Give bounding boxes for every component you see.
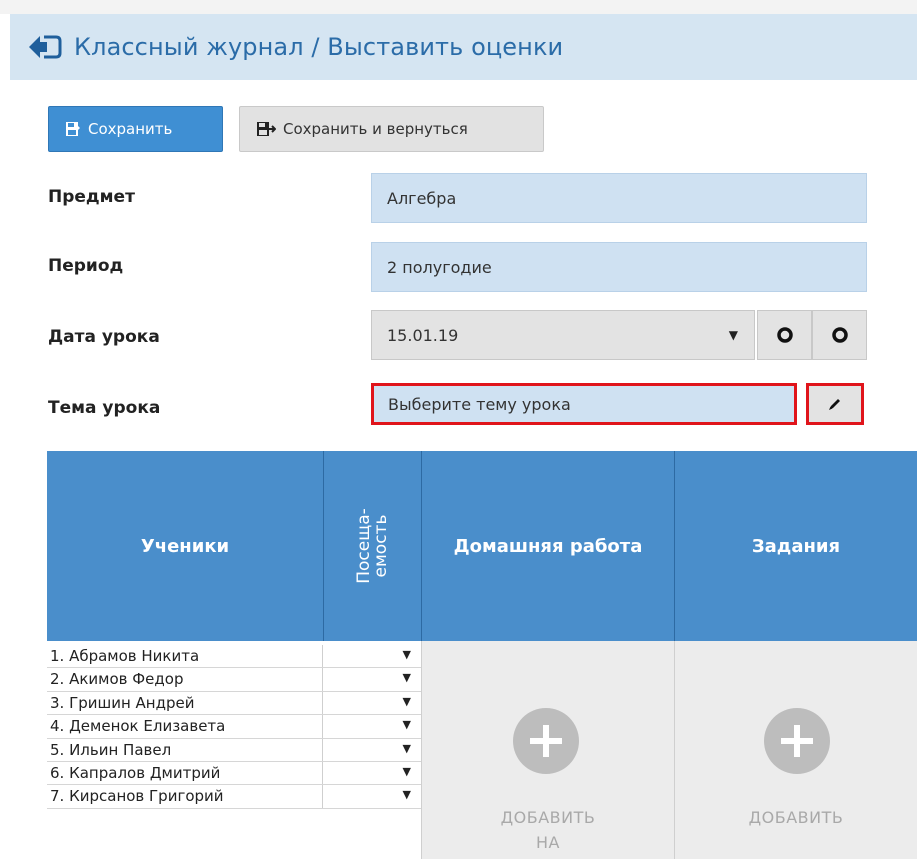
save-button-label: Сохранить (88, 120, 173, 138)
page-title: Классный журнал / Выставить оценки (74, 33, 564, 61)
lesson-date-value: 15.01.19 (387, 325, 459, 345)
attendance-select[interactable]: ▼ (323, 645, 421, 667)
save-and-return-label: Сохранить и вернуться (283, 120, 468, 138)
attendance-select[interactable]: ▼ (323, 668, 421, 690)
attendance-select[interactable]: ▼ (323, 692, 421, 714)
edit-topic-button[interactable] (806, 383, 864, 425)
students-column-header: Ученики (140, 535, 230, 557)
student-name: 5. Ильин Павел (47, 738, 323, 761)
attendance-select[interactable]: ▼ (323, 785, 421, 807)
next-date-button[interactable] (812, 310, 867, 360)
add-task-button[interactable] (764, 708, 830, 774)
dropdown-caret-icon: ▼ (402, 718, 411, 732)
add-task-label[interactable]: ДОБАВИТЬ (675, 805, 917, 830)
period-label: Период (48, 256, 124, 276)
dropdown-caret-icon: ▼ (402, 764, 411, 778)
subject-field[interactable]: Алгебра (371, 173, 867, 223)
table-row: 2. Акимов Федор ▼ (47, 668, 421, 692)
student-name: 6. Капралов Дмитрий (47, 761, 323, 785)
table-row: 3. Гришин Андрей ▼ (47, 691, 421, 716)
table-row: 4. Деменок Елизавета ▼ (47, 715, 421, 739)
plus-icon (530, 725, 562, 757)
table-row: 5. Ильин Павел ▼ (47, 738, 421, 762)
attendance-column-header: Посеща-емость (324, 451, 421, 641)
period-field[interactable]: 2 полугодие (371, 242, 867, 292)
save-button[interactable]: Сохранить (48, 106, 223, 152)
attendance-select[interactable]: ▼ (323, 715, 421, 737)
circle-next-icon (831, 327, 848, 343)
lesson-topic-label: Тема урока (48, 398, 161, 418)
prev-date-button[interactable] (757, 310, 812, 360)
dropdown-caret-icon: ▼ (402, 741, 411, 755)
student-name: 1. Абрамов Никита (47, 645, 323, 668)
tasks-column-header: Задания (751, 535, 841, 557)
save-return-icon (257, 122, 276, 136)
pencil-icon (829, 399, 840, 410)
student-name: 2. Акимов Федор (47, 668, 323, 691)
header-divider (421, 451, 422, 641)
back-icon[interactable] (28, 34, 62, 60)
dropdown-caret-icon: ▼ (728, 328, 738, 342)
lesson-topic-field[interactable]: Выберите тему урока (371, 383, 797, 425)
homework-column-header: Домашняя работа (453, 535, 643, 557)
lesson-date-select[interactable]: 15.01.19 ▼ (371, 310, 755, 360)
dropdown-caret-icon: ▼ (402, 788, 411, 802)
top-strip (0, 0, 917, 14)
dropdown-caret-icon: ▼ (402, 648, 411, 661)
students-list: 1. Абрамов Никита ▼ 2. Акимов Федор ▼ 3.… (47, 645, 421, 809)
add-homework-button[interactable] (513, 708, 579, 774)
student-name: 3. Гришин Андрей (47, 691, 323, 715)
table-row: 1. Абрамов Никита ▼ (47, 645, 421, 669)
save-and-return-button[interactable]: Сохранить и вернуться (239, 106, 544, 152)
student-name: 7. Кирсанов Григорий (47, 785, 323, 808)
save-icon (66, 122, 80, 136)
subject-label: Предмет (48, 187, 135, 207)
table-row: 7. Кирсанов Григорий ▼ (47, 785, 421, 809)
lesson-date-label: Дата урока (48, 327, 160, 347)
circle-prev-icon (776, 327, 793, 343)
header-divider (323, 451, 324, 641)
add-homework-label[interactable]: ДОБАВИТЬ НА (422, 805, 674, 855)
dropdown-caret-icon: ▼ (402, 694, 411, 708)
header-divider (674, 451, 675, 641)
page-header: Классный журнал / Выставить оценки (10, 14, 917, 80)
attendance-header-text: Посеща-емость (353, 508, 391, 584)
attendance-select[interactable]: ▼ (323, 739, 421, 761)
dropdown-caret-icon: ▼ (402, 671, 411, 685)
table-row: 6. Капралов Дмитрий ▼ (47, 761, 421, 786)
attendance-select[interactable]: ▼ (323, 762, 421, 784)
plus-icon (781, 725, 813, 757)
student-name: 4. Деменок Елизавета (47, 715, 323, 738)
